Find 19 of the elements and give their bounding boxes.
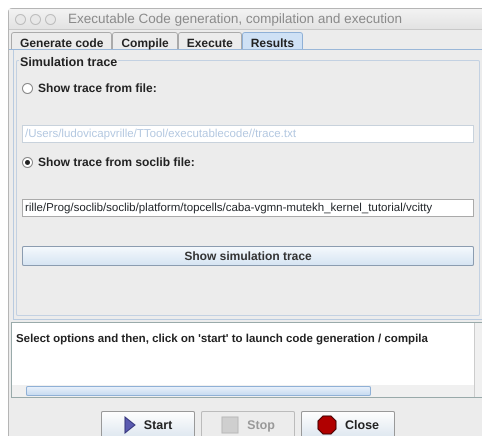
horizontal-scrollbar[interactable] — [12, 385, 474, 397]
show-trace-button[interactable]: Show simulation trace — [22, 246, 474, 266]
window-control[interactable] — [45, 14, 56, 24]
output-text: Select options and then, click on 'start' to launch code generation / compila — [12, 323, 474, 385]
tab[interactable]: Results — [242, 32, 304, 49]
path-field[interactable]: rille/Prog/soclib/soclib/platform/topcells/caba-vgmn-mutekh_kernel_tutorial/vcitty — [22, 199, 474, 217]
close-button[interactable]: Close — [301, 411, 395, 436]
radio-label[interactable]: Show trace from soclib file: — [38, 153, 195, 171]
play-icon — [124, 416, 136, 434]
radio-button[interactable] — [22, 156, 33, 168]
stop-sign-icon — [316, 415, 337, 435]
start-button[interactable]: Start — [101, 411, 195, 436]
window-title: Executable Code generation, compilation and execution — [68, 10, 402, 28]
window-control[interactable] — [15, 14, 26, 24]
window-control[interactable] — [30, 14, 41, 24]
tab[interactable]: Generate code — [11, 32, 112, 49]
tab[interactable]: Compile — [112, 32, 178, 49]
tab[interactable]: Execute — [178, 32, 242, 49]
square-icon — [221, 416, 240, 434]
